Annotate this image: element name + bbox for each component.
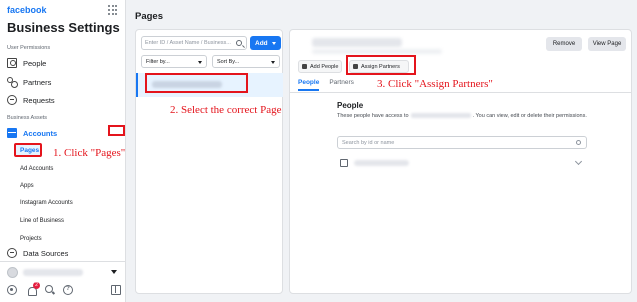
accounts-icon [7,128,17,138]
page-name-redacted [410,113,471,119]
data-sources-icon [7,248,17,258]
sidebar-subitem-projects[interactable]: Projects [20,236,42,242]
person-icon [340,159,348,167]
sidebar-item-requests[interactable]: Requests [7,93,55,107]
requests-icon [7,95,17,105]
people-desc-text: These people have access to [337,113,409,119]
partners-icon [7,77,18,88]
sidebar-subitem-label: Pages [20,147,40,154]
help-icon[interactable]: ? [63,285,73,295]
gear-icon[interactable] [7,285,17,295]
sidebar-item-label: Partners [23,77,52,87]
page-subtitle-redacted [312,49,442,54]
remove-button[interactable]: Remove [546,37,582,51]
tabs-divider [290,92,631,93]
annotation-highlight-box [346,55,416,75]
search-icon [576,140,581,145]
add-people-button[interactable]: Add People [298,60,342,73]
facebook-logo[interactable]: facebook [7,5,47,15]
page-title: Pages [135,11,163,22]
annotation-highlight-box [108,125,125,136]
sort-dropdown[interactable]: Sort By... [212,55,280,68]
list-item[interactable] [337,156,587,170]
annotation-step-1: 1. Click "Pages" [53,147,126,159]
business-name-redacted [23,268,83,276]
sidebar-footer-icons: 2 ? [7,282,121,297]
tab-partners[interactable]: Partners [329,79,354,91]
people-search-box [337,136,587,149]
add-people-label: Add People [310,63,339,70]
sidebar-item-label: Data Sources [23,248,69,258]
people-section-heading: People [337,101,364,110]
add-button[interactable]: Add [250,36,281,50]
filter-dropdown[interactable]: Filter by... [141,55,207,68]
section-label-user-permissions: User Permissions [7,45,51,51]
page-title-redacted [312,38,402,47]
avatar [7,266,18,278]
pages-list-panel: Add Filter by... Sort By... [135,29,283,294]
sidebar-item-people[interactable]: People [7,56,46,70]
people-search-input[interactable] [342,137,562,148]
asset-search-box [141,36,247,50]
panel-toggle-icon[interactable] [111,285,121,295]
section-label-business-assets: Business Assets [7,115,48,121]
annotation-highlight-box [145,73,248,93]
app-title: Business Settings [7,20,120,35]
sidebar-divider [0,261,126,262]
add-person-icon [302,64,307,69]
view-page-button[interactable]: View Page [588,37,626,51]
search-icon [236,40,242,46]
tab-people[interactable]: People [298,79,320,91]
detail-tabs: People Partners [298,79,364,91]
sidebar-subitem-apps[interactable]: Apps [20,183,34,189]
apps-grid-icon[interactable] [108,5,118,15]
people-icon [7,58,17,68]
sidebar-item-label: Accounts [23,128,58,138]
chevron-down-icon[interactable] [574,157,583,166]
sidebar-subitem-pages[interactable]: Pages [14,143,42,157]
sidebar-subitem-ad-accounts[interactable]: Ad Accounts [20,166,53,172]
sidebar-subitem-line-of-business[interactable]: Line of Business [20,218,64,224]
notification-badge: 2 [33,282,40,289]
sidebar-item-label: Requests [23,95,55,105]
person-name-redacted [354,160,409,166]
people-desc-text: . You can view, edit or delete their per… [472,113,587,119]
business-account-switcher[interactable] [7,265,121,279]
caret-down-icon [111,270,117,274]
sidebar-item-partners[interactable]: Partners [7,75,51,89]
sidebar-subitem-instagram-accounts[interactable]: Instagram Accounts [20,200,73,206]
search-icon[interactable] [45,285,55,295]
people-description: These people have access to . You can vie… [337,112,587,120]
annotation-step-3: 3. Click "Assign Partners" [377,78,493,90]
annotation-step-2: 2. Select the correct Page [170,104,282,116]
asset-search-input[interactable] [145,37,233,49]
sidebar-item-label: People [23,58,47,68]
sidebar-item-accounts[interactable]: Accounts [7,126,57,140]
sidebar-item-data-sources[interactable]: Data Sources [7,248,68,258]
page-detail-panel: Remove View Page Add People Assign Partn… [289,29,632,294]
